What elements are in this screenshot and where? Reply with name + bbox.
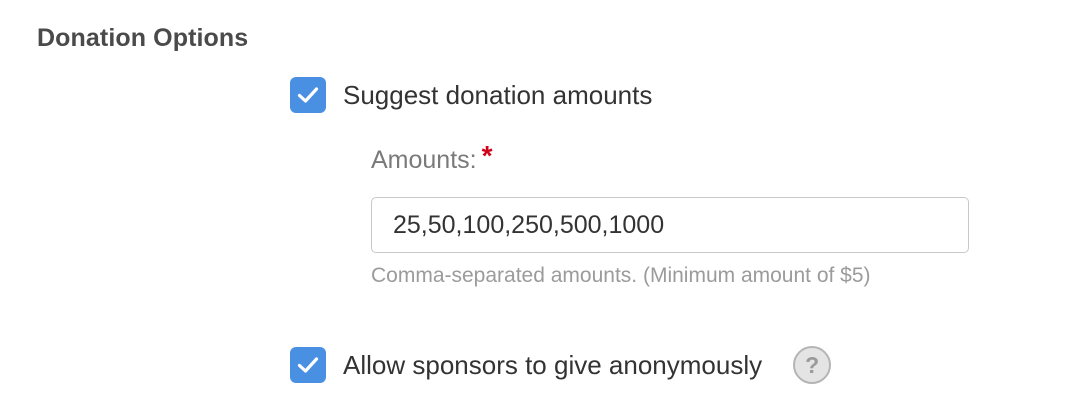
amounts-help-text: Comma-separated amounts. (Minimum amount… (371, 264, 871, 287)
amounts-input[interactable] (371, 197, 969, 253)
anonymous-giving-option[interactable]: Allow sponsors to give anonymously ? (290, 346, 832, 384)
suggest-amounts-checkbox[interactable] (290, 77, 326, 113)
question-circle-icon[interactable]: ? (793, 346, 832, 384)
section-title: Donation Options (37, 24, 249, 52)
suggest-amounts-option[interactable]: Suggest donation amounts (290, 77, 652, 113)
suggest-amounts-label[interactable]: Suggest donation amounts (343, 80, 652, 111)
amounts-field-label: Amounts: * (371, 142, 493, 175)
anonymous-giving-checkbox[interactable] (290, 347, 326, 383)
check-icon (297, 87, 319, 103)
donation-options-panel: Donation Options Suggest donation amount… (0, 0, 1066, 416)
amounts-label: Amounts: (371, 146, 477, 174)
anonymous-giving-label[interactable]: Allow sponsors to give anonymously (343, 350, 762, 381)
check-icon (297, 357, 319, 373)
required-indicator: * (481, 140, 493, 171)
